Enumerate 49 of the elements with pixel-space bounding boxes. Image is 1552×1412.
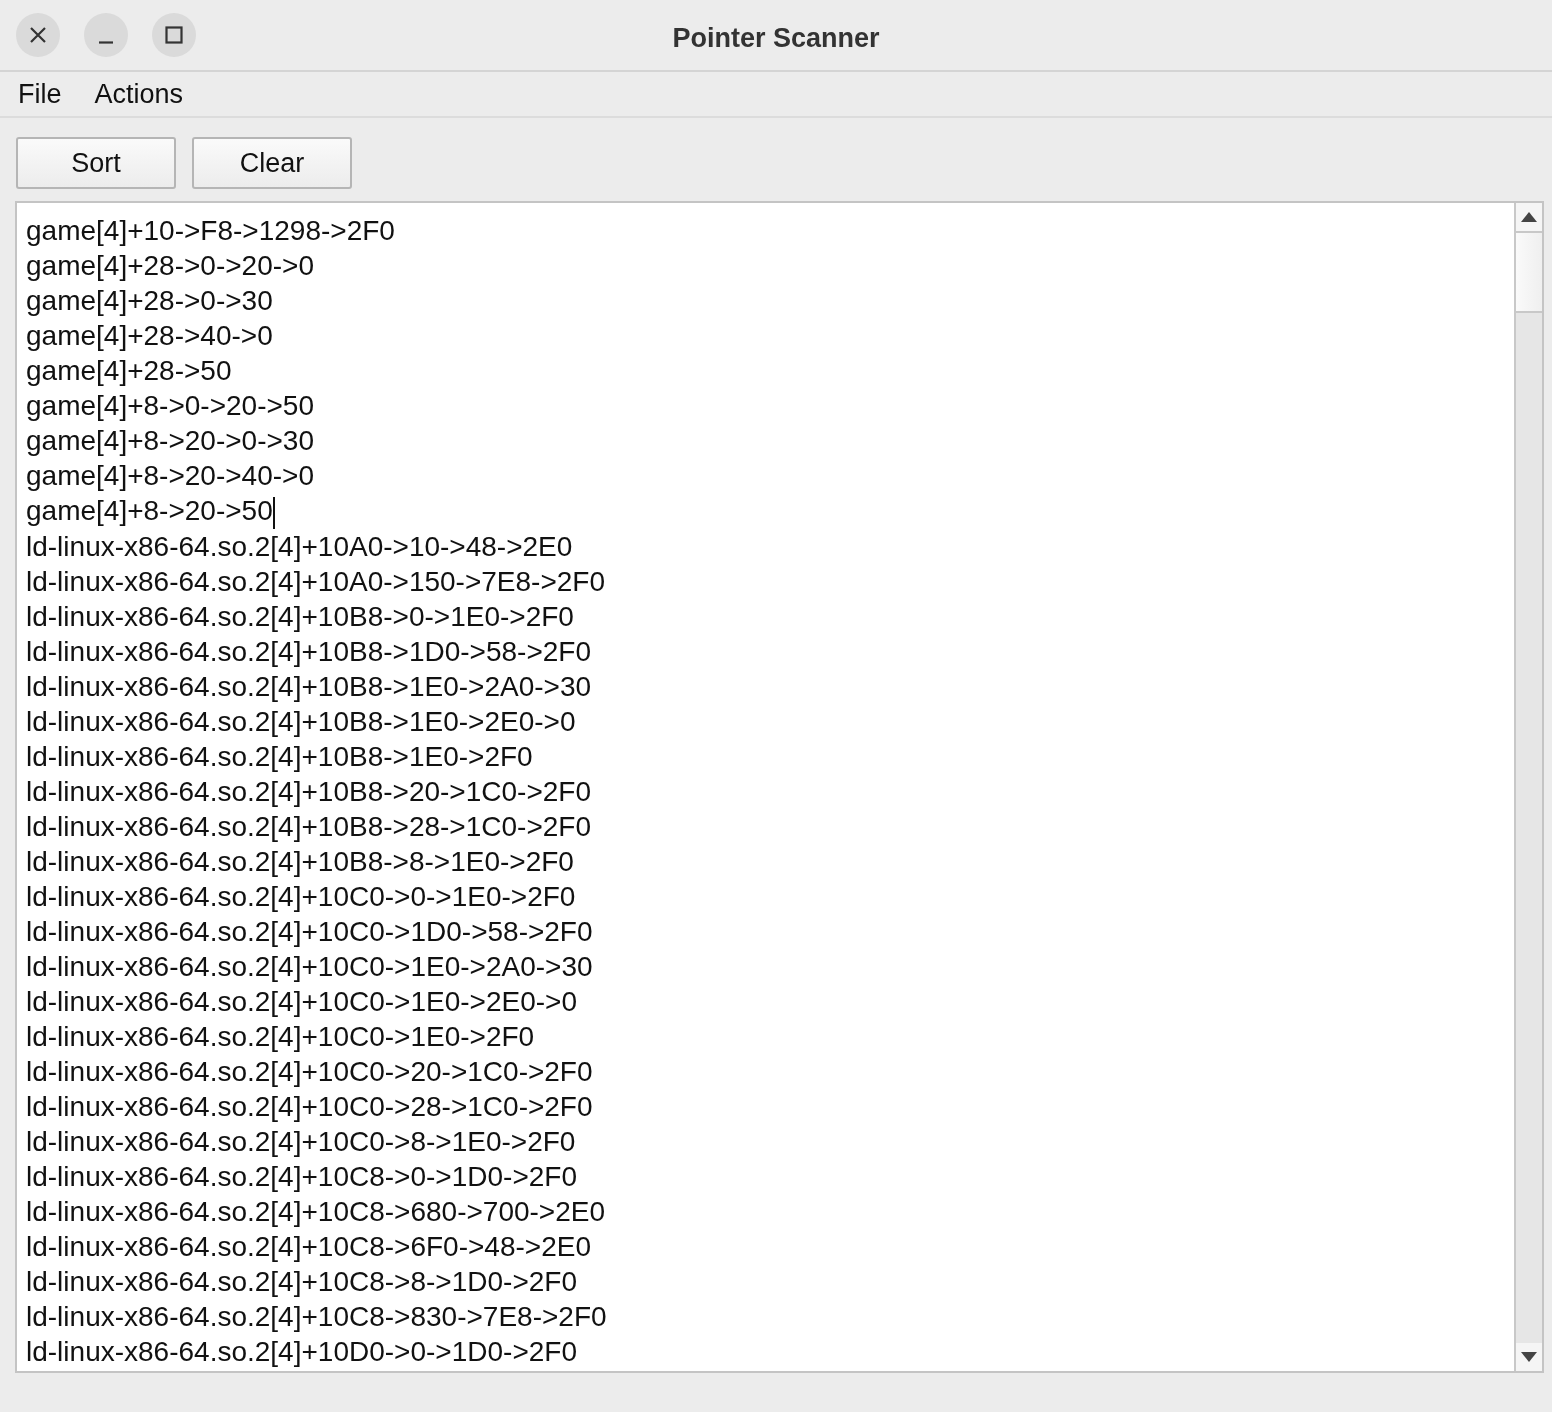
close-button[interactable]: [16, 13, 60, 57]
text-line: ld-linux-x86-64.so.2[4]+10C0->28->1C0->2F0: [26, 1089, 593, 1124]
menu-item[interactable]: Actions: [76, 72, 199, 116]
maximize-button[interactable]: [152, 13, 196, 57]
text-line: game[4]+8->20->40->0: [26, 459, 314, 493]
text-line: ld-linux-x86-64.so.2[4]+10C0->1E0->2F0: [26, 1019, 535, 1054]
text-line: ld-linux-x86-64.so.2[4]+10B8->1E0->2F0: [26, 739, 533, 774]
text-line: ld-linux-x86-64.so.2[4]+10B8->28->1C0->2F0: [26, 809, 591, 844]
text-line: game[4]+28->50: [26, 354, 232, 388]
text-line: ld-linux-x86-64.so.2[4]+10C0->0->1E0->2F0: [26, 879, 576, 914]
text-line: ld-linux-x86-64.so.2[4]+10A0->10->48->2E0: [26, 529, 573, 564]
up-arrow-icon: [1521, 212, 1537, 222]
text-line: ld-linux-x86-64.so.2[4]+10B8->8->1E0->2F0: [26, 844, 574, 879]
text-line: ld-linux-x86-64.so.2[4]+10C0->8->1E0->2F0: [26, 1124, 576, 1159]
text-line: ld-linux-x86-64.so.2[4]+10C0->1E0->2A0->30: [26, 949, 593, 984]
toolbar-button[interactable]: Sort: [16, 137, 176, 189]
text-line: ld-linux-x86-64.so.2[4]+10C8->0->1D0->2F0: [26, 1159, 577, 1194]
scroll-down-button[interactable]: [1516, 1343, 1542, 1371]
text-line: game[4]+10->F8->1298->2F0: [26, 214, 395, 248]
maximize-icon: [165, 26, 183, 44]
text-line: ld-linux-x86-64.so.2[4]+10B8->20->1C0->2F0: [26, 774, 591, 809]
text-line: ld-linux-x86-64.so.2[4]+10C0->1D0->58->2F0: [26, 914, 593, 949]
text-line: ld-linux-x86-64.so.2[4]+10A0->150->7E8->2F0: [26, 564, 606, 599]
text-line: ld-linux-x86-64.so.2[4]+10B8->1E0->2E0->0: [26, 704, 576, 739]
text-line: ld-linux-x86-64.so.2[4]+10C8->6F0->48->2E0: [26, 1229, 591, 1264]
text-line: ld-linux-x86-64.so.2[4]+10C8->8->1D0->2F0: [26, 1264, 577, 1299]
text-line: game[4]+8->20->0->30: [26, 424, 314, 458]
text-line: game[4]+28->0->20->0: [26, 249, 314, 283]
text-line: ld-linux-x86-64.so.2[4]+10B8->1E0->2A0->30: [26, 669, 592, 704]
down-arrow-icon: [1521, 1352, 1537, 1362]
toolbar-button[interactable]: Clear: [192, 137, 352, 189]
window-title: Pointer Scanner: [672, 22, 880, 55]
scrollbar-thumb[interactable]: [1516, 231, 1542, 313]
minimize-icon: [98, 40, 114, 44]
text-line: game[4]+28->40->0: [26, 319, 273, 353]
text-line: ld-linux-x86-64.so.2[4]+10C8->680->700->2E0: [26, 1194, 606, 1229]
text-line: ld-linux-x86-64.so.2[4]+10D0->0->1D0->2F0: [26, 1334, 577, 1369]
scroll-up-button[interactable]: [1516, 203, 1542, 231]
minimize-button[interactable]: [84, 13, 128, 57]
menu-item[interactable]: File: [0, 72, 77, 116]
text-line: ld-linux-x86-64.so.2[4]+10C0->1E0->2E0->0: [26, 984, 577, 1019]
text-line: game[4]+8->0->20->50: [26, 389, 314, 423]
text-line: ld-linux-x86-64.so.2[4]+10C0->20->1C0->2F0: [26, 1054, 593, 1089]
text-line: ld-linux-x86-64.so.2[4]+10B8->1D0->58->2F0: [26, 634, 591, 669]
text-line: game[4]+8->20->50: [26, 493, 275, 529]
close-icon: [29, 26, 47, 44]
text-line: ld-linux-x86-64.so.2[4]+10B8->0->1E0->2F0: [26, 599, 574, 634]
text-line: ld-linux-x86-64.so.2[4]+10C8->830->7E8->2F0: [26, 1299, 607, 1334]
text-line: game[4]+28->0->30: [26, 284, 273, 318]
